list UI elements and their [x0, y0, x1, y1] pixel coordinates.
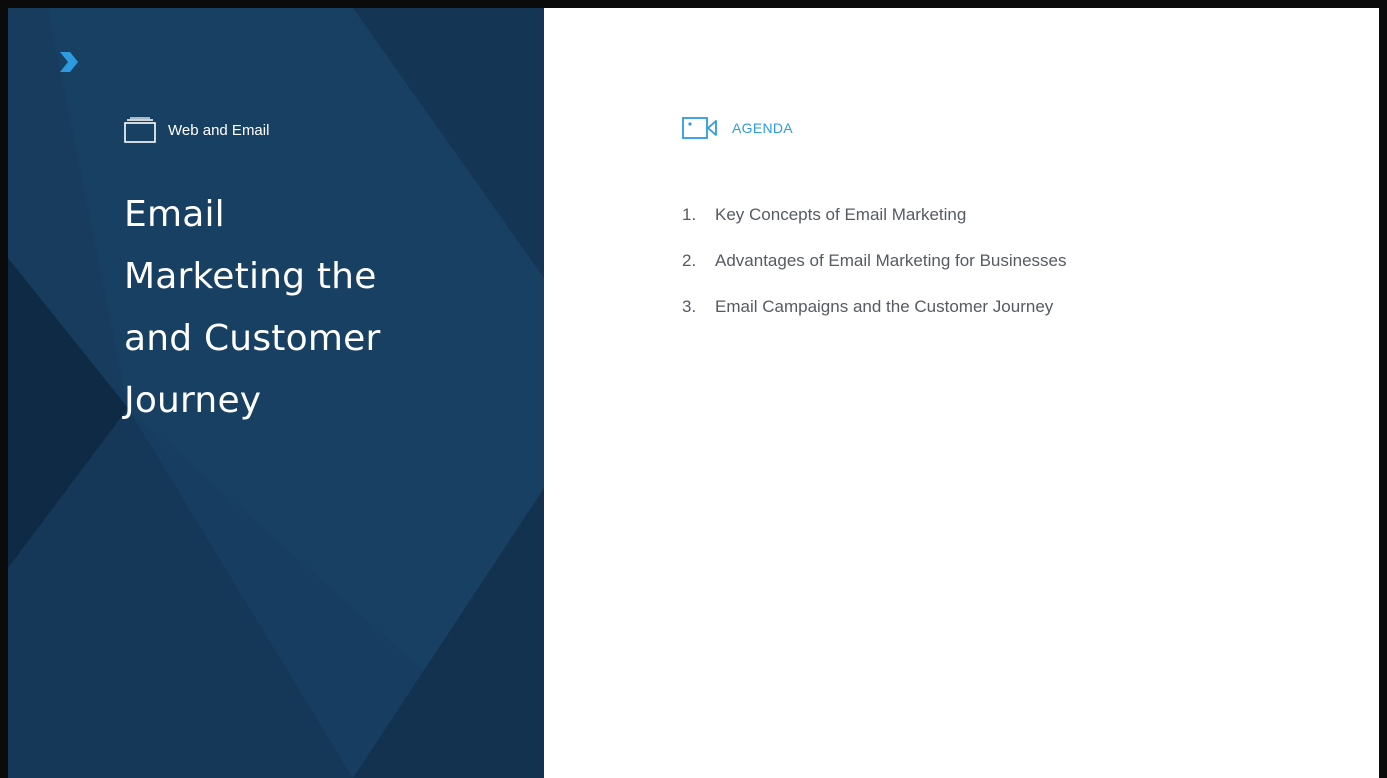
slide-title-line: Marketing the [124, 256, 377, 297]
agenda-item-text: Key Concepts of Email Marketing [715, 205, 967, 224]
agenda-item-number: 3. [682, 297, 697, 316]
agenda-panel: AGENDA 1. Key Concepts of Email Marketin… [544, 8, 1379, 778]
agenda-item-number: 1. [682, 205, 697, 224]
slide-title: Email Marketing the and Customer Journey [124, 184, 454, 432]
agenda-item: 1. Key Concepts of Email Marketing [682, 192, 1067, 238]
folder-icon [124, 117, 156, 143]
slide-frame: Web and Email Email Marketing the and Cu… [0, 0, 1387, 778]
agenda-item: 2. Advantages of Email Marketing for Bus… [682, 238, 1067, 284]
section-label: Web and Email [168, 121, 270, 139]
slide-title-line: Journey [124, 380, 262, 421]
slide-title-line: Email [124, 194, 225, 235]
title-panel: Web and Email Email Marketing the and Cu… [8, 8, 544, 778]
video-camera-icon [682, 117, 717, 139]
agenda-item-text: Advantages of Email Marketing for Busine… [715, 251, 1067, 270]
agenda-item-text: Email Campaigns and the Customer Journey [715, 297, 1054, 316]
agenda-list: 1. Key Concepts of Email Marketing 2. Ad… [682, 192, 1067, 330]
section-header: Web and Email [124, 116, 269, 144]
agenda-item: 3. Email Campaigns and the Customer Jour… [682, 284, 1067, 330]
agenda-header: AGENDA [682, 116, 793, 140]
slide-title-line: and Customer [124, 318, 381, 359]
agenda-label: AGENDA [732, 120, 793, 136]
chevron-logo-icon [60, 52, 78, 72]
agenda-item-number: 2. [682, 251, 697, 270]
